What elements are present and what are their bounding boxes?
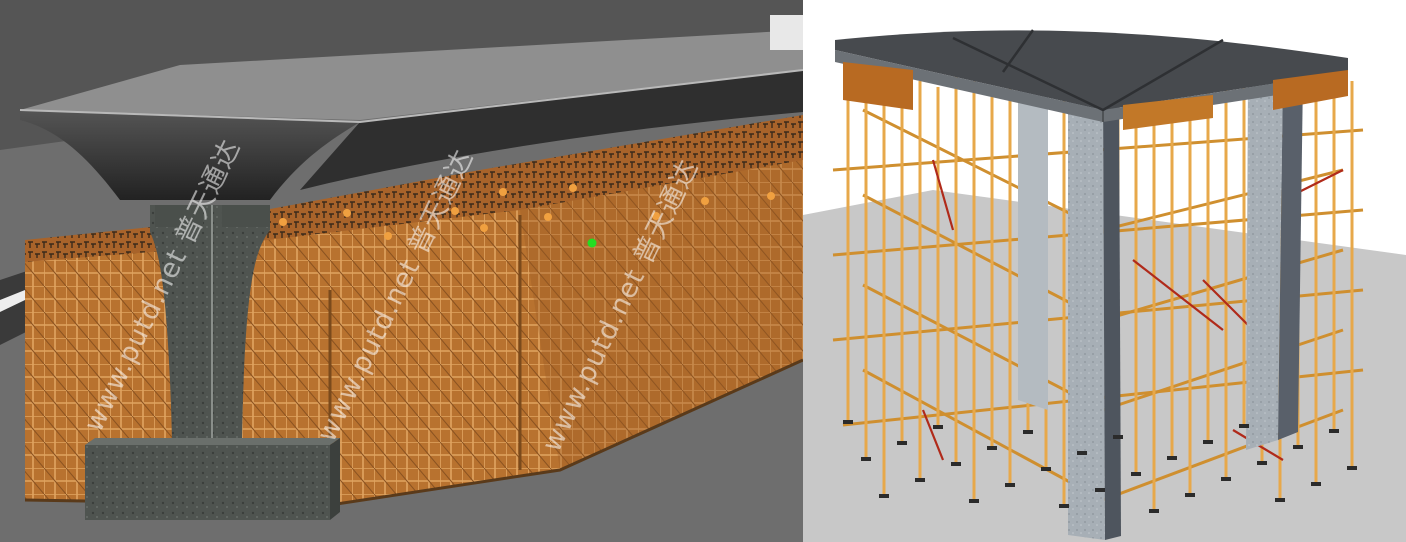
base-plate [1329,429,1339,433]
base-plate [1167,456,1177,460]
base-plate [1131,472,1141,476]
base-plate [1059,504,1069,508]
column-scaffold-render [803,0,1406,542]
bridge-scene [0,0,803,542]
base-plate [1347,466,1357,470]
bridge-scaffold-render: www.putd.net 普天通达 www.putd.net 普天通达 www.… [0,0,803,542]
base-plate [987,446,997,450]
base-plate [1203,440,1213,444]
base-plate [933,425,943,429]
base-plate [879,494,889,498]
base-plate [897,441,907,445]
base-plate [1293,445,1303,449]
base-plate [1257,461,1267,465]
base-plate [1311,482,1321,486]
green-marker [587,238,597,248]
base-plate [1041,467,1051,471]
base-plate [969,499,979,503]
base-plate [1149,509,1159,513]
column-scene [803,29,1406,542]
base-plate [1185,493,1195,497]
base-plate [915,478,925,482]
base-plate [1095,488,1105,492]
base-plate [951,462,961,466]
base-plate [1113,435,1123,439]
base-plate [1239,424,1249,428]
base-plate [1221,477,1231,481]
base-plate [1023,430,1033,434]
base-plate [1275,498,1285,502]
base-plate [1005,483,1015,487]
base-plate [843,420,853,424]
base-plate [861,457,871,461]
base-plate [1077,451,1087,455]
